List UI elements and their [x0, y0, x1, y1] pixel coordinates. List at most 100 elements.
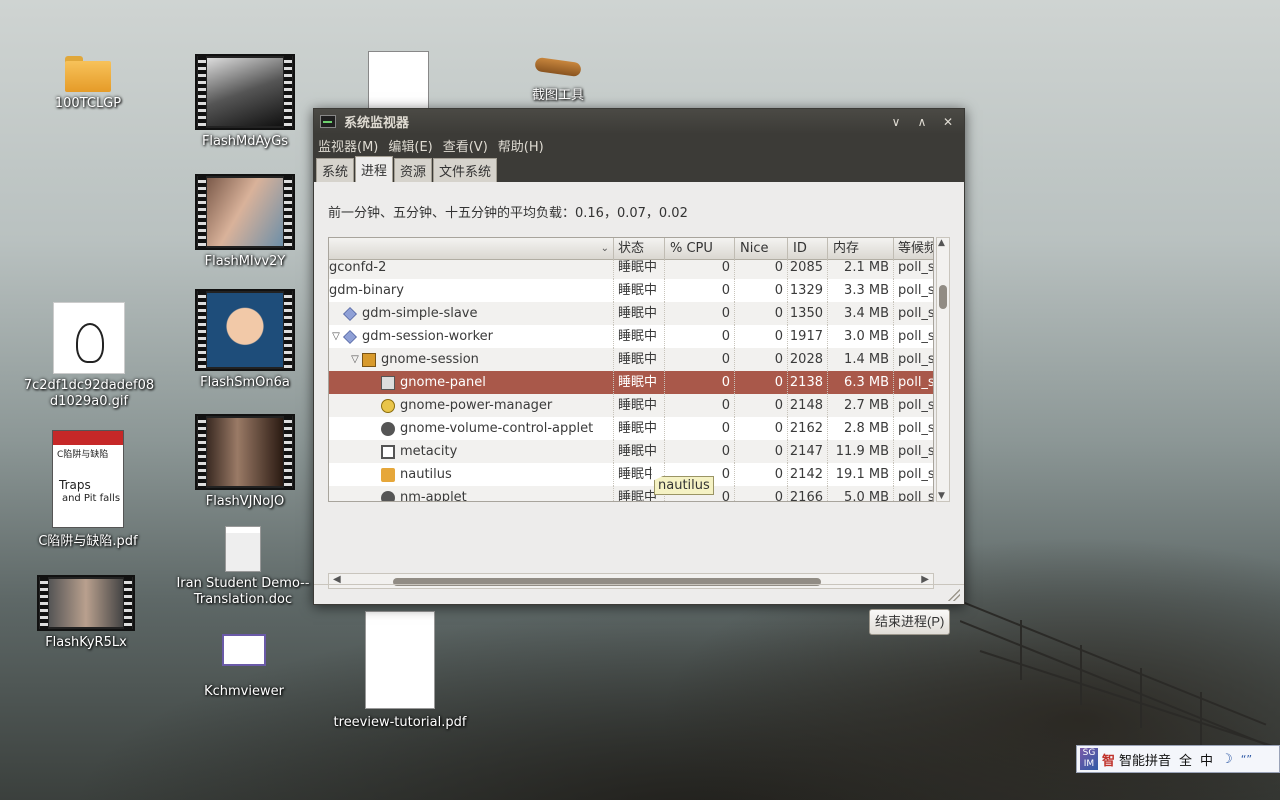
ime-full-width-toggle[interactable]: 全 — [1179, 750, 1192, 769]
close-button[interactable]: ✕ — [938, 112, 958, 132]
desktop-icon-kchmviewer[interactable]: Kchmviewer — [196, 634, 292, 700]
process-name-cell: gconfd-2 — [329, 260, 614, 279]
tab-processes[interactable]: 进程 — [355, 156, 394, 182]
process-row[interactable]: gdm-simple-slave 睡眠中 0 0 1350 3.4 MB poll_s — [329, 302, 933, 325]
process-state-cell: 睡眠中 — [614, 417, 665, 440]
expander-triangle-icon[interactable]: ▽ — [348, 348, 362, 371]
process-id-cell: 1350 — [788, 302, 828, 325]
desktop-thumbnail-sheet[interactable] — [368, 51, 429, 109]
process-name: gdm-simple-slave — [362, 306, 478, 321]
process-id-cell: 1917 — [788, 325, 828, 348]
ime-name[interactable]: 智能拼音 — [1119, 750, 1171, 769]
column-header-nice[interactable]: Nice — [735, 238, 788, 260]
rabbit-image-icon — [53, 302, 125, 374]
process-nice-cell: 0 — [735, 394, 788, 417]
process-id-cell: 2028 — [788, 348, 828, 371]
process-id-cell: 2148 — [788, 394, 828, 417]
process-name: gconfd-2 — [329, 260, 387, 275]
tab-system[interactable]: 系统 — [316, 158, 355, 182]
vertical-scroll-thumb[interactable] — [939, 285, 947, 309]
process-tree[interactable]: ⌄ 状态 % CPU Nice ID 内存 等候频 gconfd-2 睡眠中 0 0 2… — [328, 237, 934, 502]
desktop-icon-flashmivv2y[interactable]: FlashMIvv2Y — [190, 174, 300, 270]
ime-quote-icon[interactable]: “” — [1241, 753, 1252, 766]
process-id-cell: 2166 — [788, 486, 828, 501]
desktop-icon-flashmdaygs[interactable]: FlashMdAyGs — [190, 54, 300, 150]
process-row[interactable]: gnome-panel 睡眠中 0 0 2138 6.3 MB poll_s — [329, 371, 934, 394]
minimize-button[interactable]: ∨ — [886, 112, 906, 132]
column-header-waiting-channel[interactable]: 等候频 — [894, 238, 933, 260]
process-row[interactable]: nm-applet 睡眠中 0 0 2166 5.0 MB poll_s — [329, 486, 933, 502]
process-session-icon — [362, 352, 376, 367]
desktop-icon-c-pdf[interactable]: C陷阱与缺陷 Traps and Pit falls C陷阱与缺陷.pdf — [30, 430, 146, 550]
process-name-cell: gnome-power-manager — [329, 394, 614, 417]
process-row[interactable]: ▽ gdm-session-worker 睡眠中 0 0 1917 3.0 MB poll_s — [329, 325, 933, 348]
ime-chinese-toggle[interactable]: 中 — [1200, 750, 1213, 769]
menu-edit[interactable]: 编辑(E) — [388, 136, 432, 155]
tab-bar: 系统 进程 资源 文件系统 — [314, 156, 964, 182]
desktop-icon-iran-doc[interactable]: Iran Student Demo-- Translation.doc — [170, 526, 316, 608]
book-cover-icon: C陷阱与缺陷 Traps and Pit falls — [52, 430, 124, 528]
ime-status-bar[interactable]: SG IM 智 智能拼音 全 中 ☽ “” — [1076, 745, 1280, 773]
process-cpu-cell: 0 — [665, 417, 735, 440]
process-wait-cell: poll_s — [898, 375, 934, 390]
process-nice-cell: 0 — [735, 463, 788, 486]
window-titlebar[interactable]: 系统监视器 ∨ ∧ ✕ — [314, 109, 964, 134]
process-name-cell: ▽ gnome-session — [329, 348, 614, 371]
process-name-cell: metacity — [329, 440, 614, 463]
process-cpu-cell: 0 — [665, 260, 735, 279]
video-thumbnail-icon — [195, 414, 295, 490]
process-row[interactable]: ▽ gnome-session 睡眠中 0 0 2028 1.4 MB poll_s — [329, 348, 934, 371]
process-name-cell: gdm-binary — [329, 279, 614, 302]
pier-decoration — [960, 560, 1280, 760]
process-name-cell: ▽ gdm-session-worker — [329, 325, 614, 348]
video-thumbnail-icon — [195, 289, 295, 371]
desktop-icon-flashkyr5lx[interactable]: FlashKyR5Lx — [34, 575, 138, 651]
column-header-id[interactable]: ID — [788, 238, 828, 260]
expander-triangle-icon[interactable]: ▽ — [329, 325, 343, 348]
process-state-cell: 睡眠中 — [614, 279, 665, 302]
process-wait-cell: poll_s — [898, 467, 934, 482]
process-nice-cell: 0 — [735, 440, 788, 463]
desktop-icon-flashvjnojo[interactable]: FlashVJNoJO — [190, 414, 300, 510]
resize-grip-icon[interactable] — [948, 589, 960, 601]
menubar: 监视器(M) 编辑(E) 查看(V) 帮助(H) — [314, 134, 964, 156]
end-process-button[interactable]: 结束进程(P) — [869, 609, 951, 635]
book-cover-subtitle: Traps — [59, 478, 91, 492]
process-state-cell: 睡眠中 — [614, 348, 665, 371]
process-wait-cell: poll_s — [898, 352, 934, 367]
menu-view[interactable]: 查看(V) — [443, 136, 488, 155]
desktop-icon-gif[interactable]: 7c2df1dc92dadef08 d1029a0.gif — [16, 302, 162, 410]
column-header-state[interactable]: 状态 — [614, 238, 665, 260]
tab-resources[interactable]: 资源 — [394, 158, 433, 182]
desktop-icon-100tclgp[interactable]: 100TCLGP — [50, 54, 126, 112]
menu-monitor[interactable]: 监视器(M) — [318, 136, 378, 155]
process-nice-cell: 0 — [735, 260, 788, 279]
process-name: gnome-power-manager — [400, 398, 553, 413]
process-row[interactable]: gnome-volume-control-applet 睡眠中 0 0 2162 2.8 … — [329, 417, 933, 440]
wood-log-icon — [534, 56, 582, 78]
scroll-down-icon[interactable]: ▼ — [938, 491, 945, 501]
desktop-icon-flashsmon6a[interactable]: FlashSmOn6a — [190, 289, 300, 391]
desktop-icon-treeview-pdf[interactable]: treeview-tutorial.pdf — [326, 611, 474, 731]
tab-filesystems[interactable]: 文件系统 — [433, 158, 498, 182]
process-row[interactable]: gnome-power-manager 睡眠中 0 0 2148 2.7 MB poll_s — [329, 394, 933, 417]
column-header-memory[interactable]: 内存 — [828, 238, 894, 260]
vertical-scrollbar[interactable]: ▲ ▼ — [936, 237, 950, 502]
process-name: nm-applet — [400, 490, 467, 502]
process-name: metacity — [400, 444, 458, 459]
column-header-name[interactable]: ⌄ — [329, 238, 614, 260]
column-header-cpu[interactable]: % CPU — [665, 238, 735, 260]
book-cover-title: C陷阱与缺陷 — [57, 450, 109, 460]
desktop-icon-screenshot-tool[interactable]: 截图工具 — [520, 56, 596, 104]
menu-help[interactable]: 帮助(H) — [498, 136, 544, 155]
process-nice-cell: 0 — [735, 371, 788, 394]
scroll-up-icon[interactable]: ▲ — [938, 238, 945, 248]
process-row[interactable]: gdm-binary 睡眠中 0 0 1329 3.3 MB poll_s — [329, 279, 933, 302]
process-row[interactable]: nautilus 睡眠中 0 0 2142 19.1 MB poll_s — [329, 463, 934, 486]
process-row[interactable]: gconfd-2 睡眠中 0 0 2085 2.1 MB poll_s — [329, 260, 933, 279]
ime-punctuation-moon-icon[interactable]: ☽ — [1221, 752, 1233, 767]
process-row[interactable]: metacity 睡眠中 0 0 2147 11.9 MB poll_s — [329, 440, 933, 463]
process-mem-cell: 2.7 MB — [828, 394, 894, 417]
maximize-button[interactable]: ∧ — [912, 112, 932, 132]
process-cpu-cell: 0 — [665, 325, 735, 348]
